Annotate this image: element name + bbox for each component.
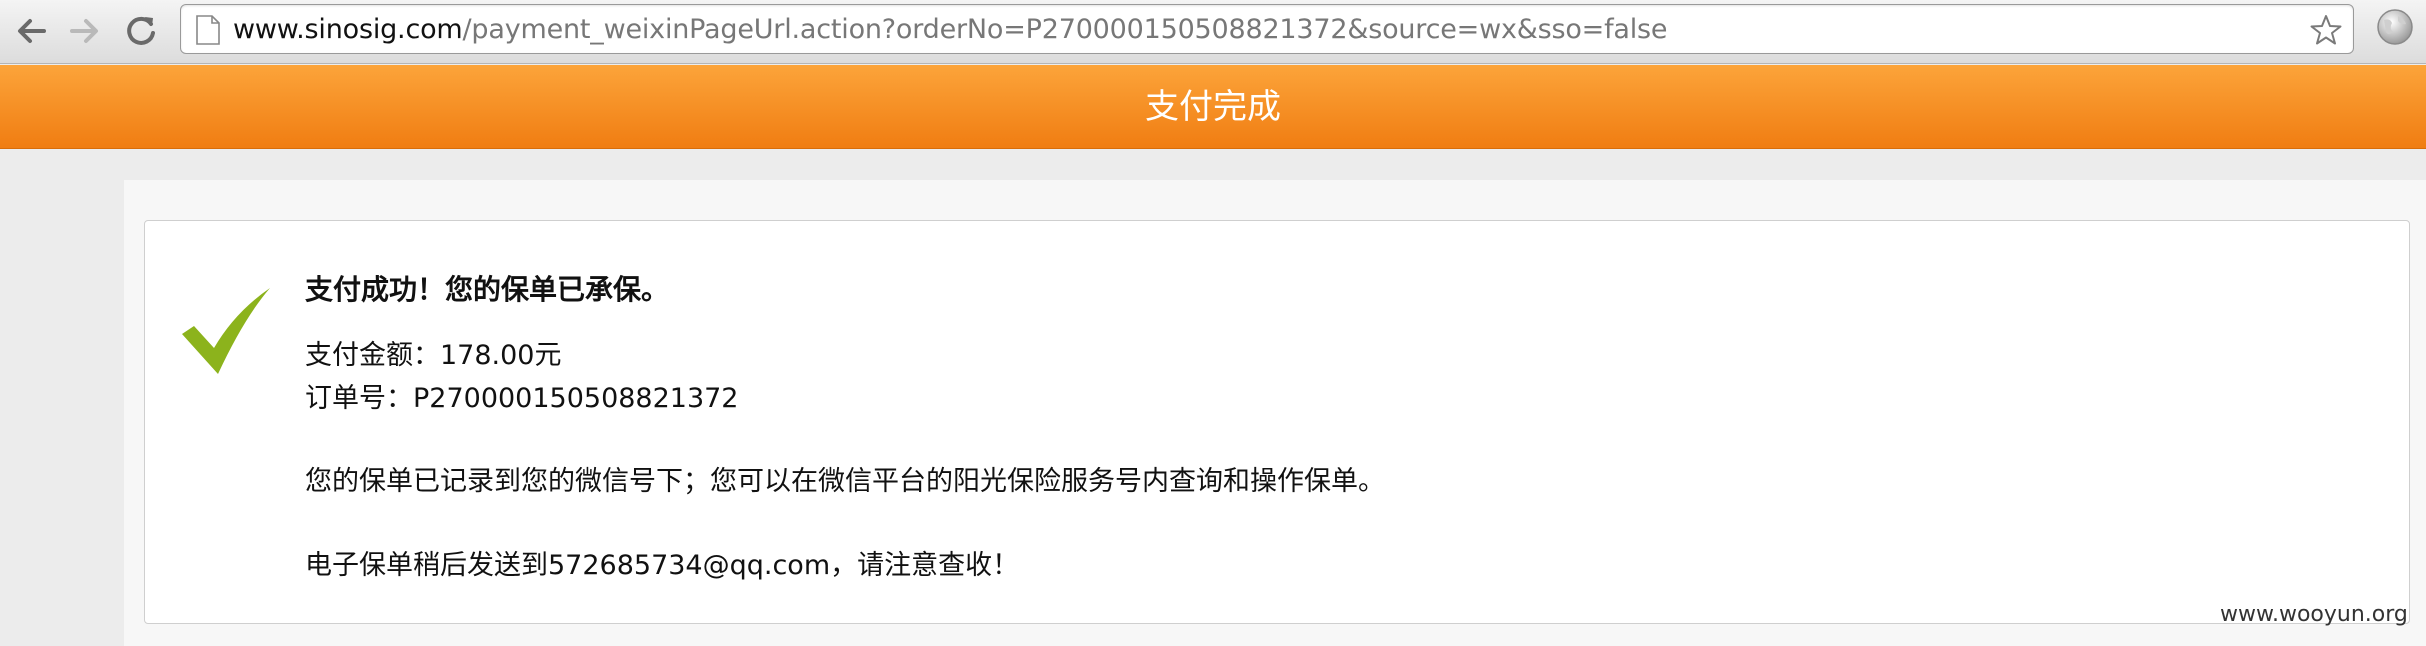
forward-button[interactable] (62, 8, 108, 54)
checkmark-icon (182, 288, 270, 374)
success-title: 支付成功！您的保单已承保。 (305, 273, 670, 306)
browser-toolbar: www.sinosig.com/payment_weixinPageUrl.ac… (0, 0, 2426, 64)
url-path: /payment_weixinPageUrl.action?orderNo=P2… (462, 14, 1668, 45)
page-header: 支付完成 (0, 65, 2426, 149)
globe-icon[interactable] (2376, 8, 2414, 46)
url-host: www.sinosig.com (233, 14, 463, 45)
email-notice: 电子保单稍后发送到572685734@qq.com，请注意查收！ (305, 550, 1020, 581)
address-bar[interactable]: www.sinosig.com/payment_weixinPageUrl.ac… (180, 4, 2354, 54)
wechat-notice: 您的保单已记录到您的微信号下；您可以在微信平台的阳光保险服务号内查询和操作保单。 (305, 466, 1385, 497)
watermark: www.wooyun.org (2220, 602, 2408, 627)
forward-arrow-icon (70, 19, 98, 43)
star-icon[interactable] (2309, 13, 2343, 47)
order-number: 订单号：P270000150508821372 (305, 383, 739, 414)
page-icon (196, 15, 220, 45)
back-button[interactable] (8, 8, 54, 54)
reload-icon (127, 16, 155, 45)
page-title: 支付完成 (1145, 87, 1281, 127)
payment-amount: 支付金额：178.00元 (305, 340, 562, 371)
reload-button[interactable] (118, 8, 164, 54)
url-text[interactable]: www.sinosig.com/payment_weixinPageUrl.ac… (233, 14, 1668, 46)
back-arrow-icon (18, 19, 46, 43)
